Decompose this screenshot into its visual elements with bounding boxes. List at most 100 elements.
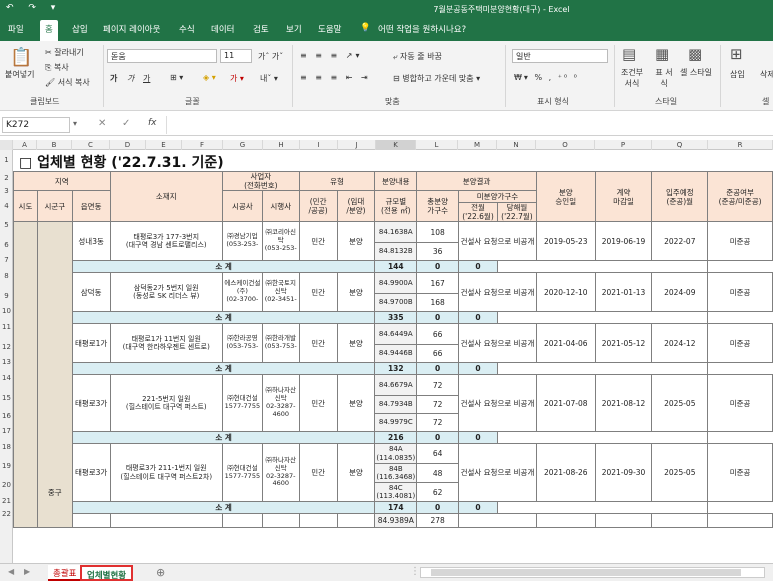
done-cell[interactable]: 미준공 (707, 374, 773, 432)
total-cell[interactable]: 167 (416, 272, 460, 294)
row-header[interactable]: 17 (0, 425, 13, 437)
movein-cell[interactable] (651, 513, 709, 528)
merge-center-button[interactable]: ⊟ 병합하고 가운데 맞춤 ▾ (393, 73, 480, 84)
font-size-select[interactable]: 11 (220, 49, 252, 63)
total-cell[interactable]: 62 (416, 482, 460, 502)
font-color-icon[interactable]: 가 ▾ (230, 73, 244, 84)
developer-cell[interactable]: ㈜하나자산신탁 02-3287-4600 (261, 374, 300, 432)
header-done[interactable]: 준공여부 (준공/미준공) (707, 171, 773, 222)
header-eupmyeon[interactable]: 읍면동 (71, 190, 111, 222)
conditional-format-icon[interactable]: ▤ (622, 45, 636, 63)
developer-cell[interactable]: ㈜하나자산신탁 02-3287-4600 (261, 443, 300, 502)
column-header[interactable]: L (416, 140, 458, 150)
column-header[interactable]: E (146, 140, 182, 150)
total-cell[interactable]: 72 (416, 395, 460, 414)
approval-cell[interactable]: 2020-12-10 (535, 272, 596, 312)
subtotal-label[interactable]: 소 계 (71, 362, 376, 375)
header-result[interactable]: 분양결과 (416, 171, 537, 191)
movein-cell[interactable]: 2024-09 (651, 272, 709, 312)
number-format-select[interactable]: 일반 (512, 49, 608, 63)
contract-cell[interactable]: 2019-06-19 (594, 221, 653, 261)
empty-cell[interactable] (496, 431, 709, 444)
row-header[interactable]: 5 (0, 215, 13, 236)
size-cell[interactable]: 84B (116.3468) (374, 463, 418, 483)
total-cell[interactable]: 278 (416, 513, 460, 528)
size-cell[interactable]: 84C (113.4081) (374, 482, 418, 502)
row-header[interactable]: 21 (0, 495, 13, 507)
total-cell[interactable]: 48 (416, 463, 460, 483)
dong-cell[interactable]: 태평로1가 (71, 323, 111, 363)
cancel-icon[interactable]: ✕ (98, 118, 106, 129)
rental-cell[interactable]: 분양 (336, 323, 376, 363)
subtotal-label[interactable]: 소 계 (71, 501, 376, 514)
cut-button[interactable]: ✂ 잘라내기 (45, 47, 84, 58)
subtotal-curr[interactable]: 0 (458, 431, 498, 444)
address-cell[interactable] (109, 513, 223, 528)
column-header[interactable]: M (458, 140, 497, 150)
rental-cell[interactable]: 분양 (336, 272, 376, 312)
row-header[interactable]: 19 (0, 457, 13, 476)
size-cell[interactable]: 84.7934B (374, 395, 418, 414)
column-header[interactable]: N (497, 140, 536, 150)
row-header[interactable]: 3 (0, 185, 13, 197)
total-cell[interactable]: 64 (416, 443, 460, 464)
rental-cell[interactable]: 분양 (336, 443, 376, 502)
column-header[interactable]: Q (652, 140, 708, 150)
cell-style-icon[interactable]: ▩ (688, 45, 702, 63)
tab-insert[interactable]: 삽입 (72, 23, 88, 35)
status-cell[interactable] (458, 513, 537, 528)
column-header[interactable]: K (376, 140, 416, 150)
row-header[interactable]: 16 (0, 407, 13, 425)
size-cell[interactable]: 84.8132B (374, 242, 418, 261)
header-contract[interactable]: 계약 마감일 (594, 171, 653, 222)
subtotal-curr[interactable]: 0 (458, 362, 498, 375)
builder-cell[interactable]: ㈜현대건설 1577-7755 (221, 374, 263, 432)
subtotal-prev[interactable]: 0 (416, 260, 460, 273)
header-curr[interactable]: 당해월 ('22.7월) (496, 202, 537, 222)
status-cell[interactable]: 건설사 요청으로 비공개 (458, 374, 537, 432)
rental-cell[interactable] (336, 513, 376, 528)
total-cell[interactable]: 36 (416, 242, 460, 261)
developer-cell[interactable]: ㈜한국토지신탁 (02-3451- (261, 272, 300, 312)
status-cell[interactable]: 건설사 요청으로 비공개 (458, 443, 537, 502)
approval-cell[interactable]: 2019-05-23 (535, 221, 596, 261)
size-cell[interactable]: 84.1638A (374, 221, 418, 243)
empty-cell[interactable] (496, 501, 709, 514)
column-header[interactable]: C (72, 140, 110, 150)
private-cell[interactable] (298, 513, 338, 528)
phonetic-icon[interactable]: 내ˇ ▾ (260, 73, 278, 84)
tab-page-layout[interactable]: 페이지 레이아웃 (103, 23, 160, 35)
column-header[interactable]: F (182, 140, 223, 150)
address-cell[interactable]: 태평로1가 11번지 일원 (대구역 한라하우젠트 센트로) (109, 323, 223, 363)
builder-cell[interactable] (221, 513, 263, 528)
horizontal-align-icons[interactable]: ≡ ≡ ≡ ⇤ ⇥ (300, 73, 371, 82)
subtotal-prev[interactable]: 0 (416, 501, 460, 514)
developer-cell[interactable] (261, 513, 300, 528)
row-header[interactable]: 4 (0, 197, 13, 215)
movein-cell[interactable]: 2024-12 (651, 323, 709, 363)
total-cell[interactable]: 72 (416, 374, 460, 396)
address-cell[interactable]: 삼덕동2가 5번지 일원 (동성로 SK 리더스 뷰) (109, 272, 223, 312)
fill-color-icon[interactable]: ◈ ▾ (203, 73, 216, 82)
status-cell[interactable]: 건설사 요청으로 비공개 (458, 323, 537, 363)
sheet-nav-next-icon[interactable]: ▶ (24, 567, 30, 576)
header-address[interactable]: 소재지 (109, 171, 223, 222)
header-movein[interactable]: 입주예정 (준공)월 (651, 171, 709, 222)
subtotal-curr[interactable]: 0 (458, 311, 498, 324)
rental-cell[interactable]: 분양 (336, 221, 376, 261)
column-header[interactable]: D (110, 140, 146, 150)
private-cell[interactable]: 민간 (298, 221, 338, 261)
size-cell[interactable]: 84.6449A (374, 323, 418, 345)
total-cell[interactable]: 66 (416, 323, 460, 345)
size-cell[interactable]: 84.9979C (374, 413, 418, 432)
subtotal-label[interactable]: 소 계 (71, 431, 376, 444)
function-icon[interactable]: fx (148, 118, 157, 128)
subtotal-prev[interactable]: 0 (416, 431, 460, 444)
approval-cell[interactable]: 2021-04-06 (535, 323, 596, 363)
dong-cell[interactable]: 삼덕동 (71, 272, 111, 312)
builder-cell[interactable]: ㈜경남기업 (053-253- (221, 221, 263, 261)
insert-cells-icon[interactable]: ⊞ (730, 45, 743, 63)
subtotal-label[interactable]: 소 계 (71, 311, 376, 324)
approval-cell[interactable]: 2021-07-08 (535, 374, 596, 432)
formula-input[interactable] (166, 116, 771, 134)
